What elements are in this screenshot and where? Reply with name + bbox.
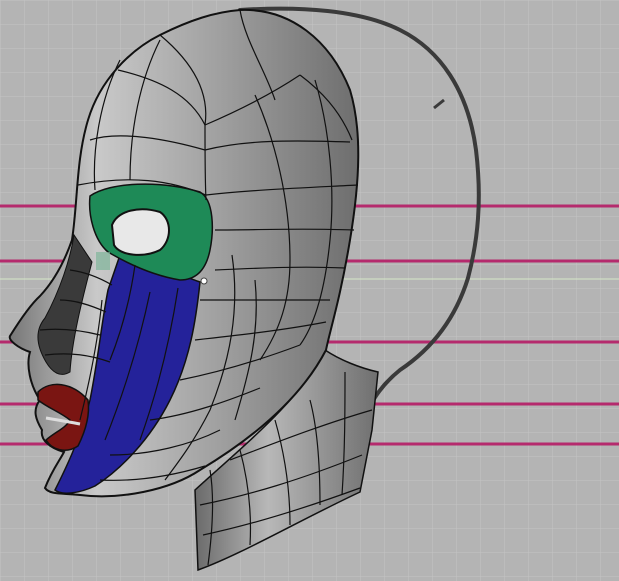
selected-vertex[interactable] xyxy=(200,277,208,285)
3d-viewport[interactable] xyxy=(0,0,619,581)
uv-marker-patch xyxy=(96,252,110,270)
viewport-canvas[interactable] xyxy=(0,0,619,581)
eye-socket-hole[interactable] xyxy=(110,208,170,256)
